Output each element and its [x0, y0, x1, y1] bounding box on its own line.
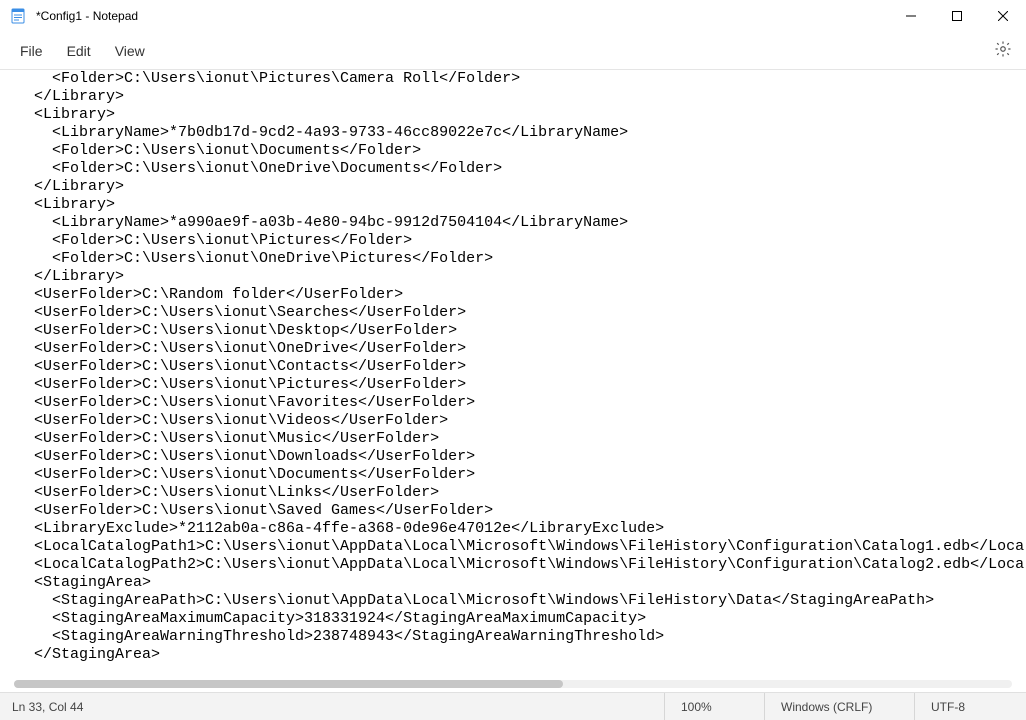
editor-line[interactable]: <UserFolder>C:\Users\ionut\Videos</UserF…	[16, 412, 1026, 430]
editor-area[interactable]: <Folder>C:\Users\ionut\Pictures\Camera R…	[0, 70, 1026, 692]
scrollbar-track[interactable]	[14, 680, 1012, 688]
gear-icon	[994, 45, 1012, 61]
menu-edit[interactable]: Edit	[55, 37, 103, 65]
settings-button[interactable]	[990, 36, 1016, 65]
editor-line[interactable]: <Folder>C:\Users\ionut\Pictures\Camera R…	[16, 70, 1026, 88]
editor-line[interactable]: <UserFolder>C:\Users\ionut\Documents</Us…	[16, 466, 1026, 484]
notepad-app-icon	[10, 8, 26, 24]
editor-line[interactable]: <UserFolder>C:\Random folder</UserFolder…	[16, 286, 1026, 304]
editor-line[interactable]: <UserFolder>C:\Users\ionut\OneDrive</Use…	[16, 340, 1026, 358]
editor-line[interactable]: <Folder>C:\Users\ionut\OneDrive\Pictures…	[16, 250, 1026, 268]
editor-line[interactable]: <Folder>C:\Users\ionut\Documents</Folder…	[16, 142, 1026, 160]
status-encoding[interactable]: UTF-8	[914, 693, 1014, 720]
status-cursor-position: Ln 33, Col 44	[12, 700, 664, 714]
editor-line[interactable]: <LibraryExclude>*2112ab0a-c86a-4ffe-a368…	[16, 520, 1026, 538]
editor-line[interactable]: <StagingAreaPath>C:\Users\ionut\AppData\…	[16, 592, 1026, 610]
editor-line[interactable]: </Library>	[16, 178, 1026, 196]
editor-line[interactable]: <LocalCatalogPath1>C:\Users\ionut\AppDat…	[16, 538, 1026, 556]
editor-line[interactable]: <Folder>C:\Users\ionut\OneDrive\Document…	[16, 160, 1026, 178]
horizontal-scrollbar[interactable]	[14, 678, 1012, 690]
text-editor[interactable]: <Folder>C:\Users\ionut\Pictures\Camera R…	[0, 70, 1026, 692]
editor-line[interactable]: <StagingAreaMaximumCapacity>318331924</S…	[16, 610, 1026, 628]
window-title: *Config1 - Notepad	[36, 9, 138, 23]
menu-file[interactable]: File	[8, 37, 55, 65]
editor-line[interactable]: <Folder>C:\Users\ionut\Pictures</Folder>	[16, 232, 1026, 250]
editor-line[interactable]: <LibraryName>*7b0db17d-9cd2-4a93-9733-46…	[16, 124, 1026, 142]
editor-line[interactable]: <StagingArea>	[16, 574, 1026, 592]
titlebar: *Config1 - Notepad	[0, 0, 1026, 32]
editor-line[interactable]: <UserFolder>C:\Users\ionut\Searches</Use…	[16, 304, 1026, 322]
minimize-button[interactable]	[888, 0, 934, 32]
editor-line[interactable]: <UserFolder>C:\Users\ionut\Favorites</Us…	[16, 394, 1026, 412]
editor-line[interactable]: <UserFolder>C:\Users\ionut\Downloads</Us…	[16, 448, 1026, 466]
editor-line[interactable]: <UserFolder>C:\Users\ionut\Pictures</Use…	[16, 376, 1026, 394]
editor-line[interactable]: </StagingArea>	[16, 646, 1026, 664]
editor-line[interactable]: </Library>	[16, 88, 1026, 106]
statusbar: Ln 33, Col 44 100% Windows (CRLF) UTF-8	[0, 692, 1026, 720]
close-button[interactable]	[980, 0, 1026, 32]
menubar: File Edit View	[0, 32, 1026, 70]
maximize-button[interactable]	[934, 0, 980, 32]
editor-line[interactable]: <LocalCatalogPath2>C:\Users\ionut\AppDat…	[16, 556, 1026, 574]
menu-view[interactable]: View	[103, 37, 157, 65]
editor-line[interactable]: <LibraryName>*a990ae9f-a03b-4e80-94bc-99…	[16, 214, 1026, 232]
editor-line[interactable]: <UserFolder>C:\Users\ionut\Saved Games</…	[16, 502, 1026, 520]
editor-line[interactable]: <UserFolder>C:\Users\ionut\Links</UserFo…	[16, 484, 1026, 502]
editor-line[interactable]: <Library>	[16, 196, 1026, 214]
status-zoom[interactable]: 100%	[664, 693, 764, 720]
editor-line[interactable]: <Library>	[16, 106, 1026, 124]
status-line-ending[interactable]: Windows (CRLF)	[764, 693, 914, 720]
editor-line[interactable]: <StagingAreaWarningThreshold>238748943</…	[16, 628, 1026, 646]
editor-line[interactable]: <UserFolder>C:\Users\ionut\Music</UserFo…	[16, 430, 1026, 448]
editor-line[interactable]: </Library>	[16, 268, 1026, 286]
window-controls	[888, 0, 1026, 32]
scrollbar-thumb[interactable]	[14, 680, 563, 688]
editor-line[interactable]: <UserFolder>C:\Users\ionut\Contacts</Use…	[16, 358, 1026, 376]
editor-line[interactable]: <UserFolder>C:\Users\ionut\Desktop</User…	[16, 322, 1026, 340]
